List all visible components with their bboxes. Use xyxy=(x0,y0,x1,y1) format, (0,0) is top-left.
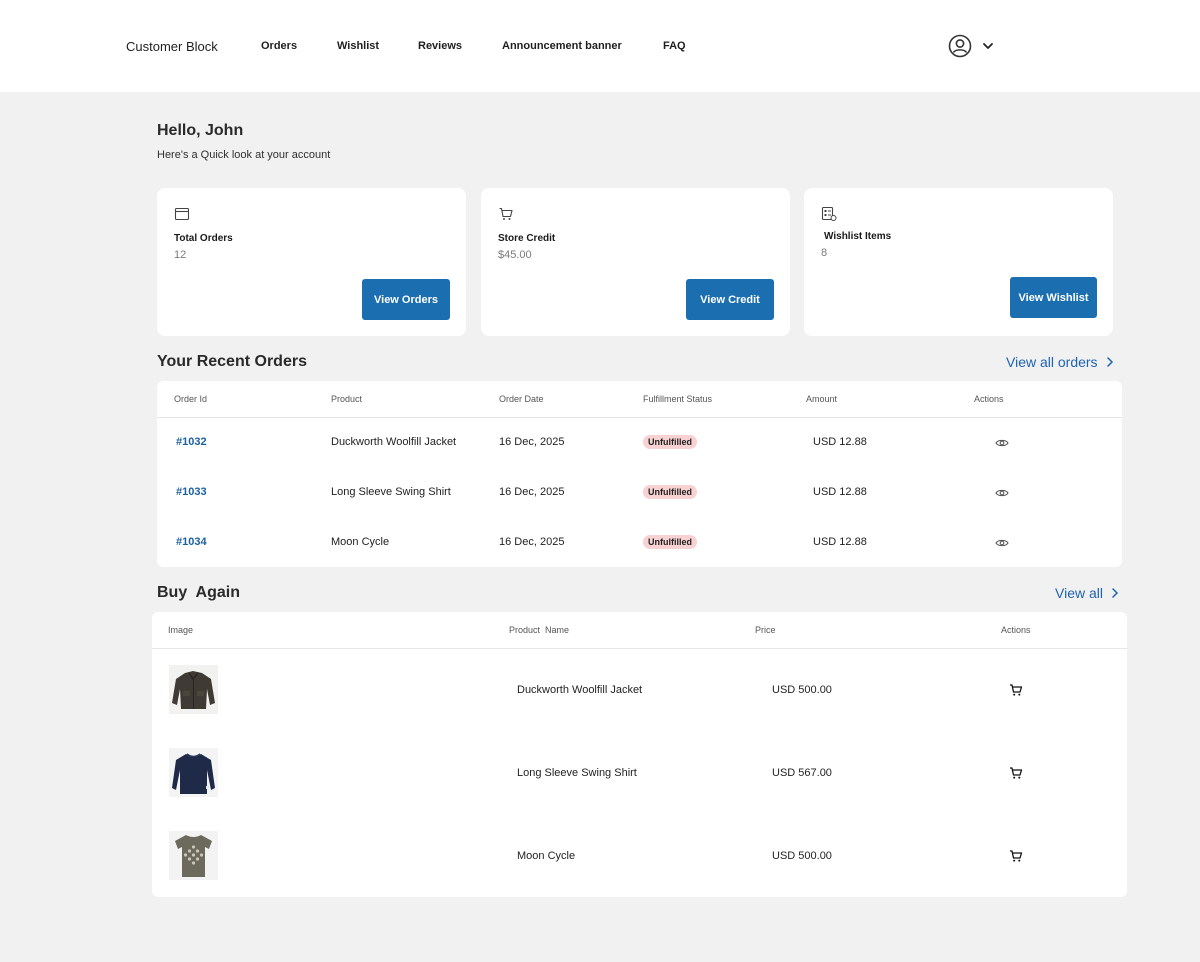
recent-orders-table: Order Id Product Order Date Fulfillment … xyxy=(157,381,1122,567)
view-all-link[interactable]: View all xyxy=(1055,585,1119,601)
column-header: Fulfillment Status xyxy=(643,394,713,404)
card-label: Store Credit xyxy=(498,233,556,244)
product-price: USD 500.00 xyxy=(772,850,832,862)
table-header: Image Product Name Price Actions xyxy=(152,612,1127,649)
column-header: Image xyxy=(168,625,194,635)
column-header: Actions xyxy=(1001,625,1031,635)
recent-orders-title: Your Recent Orders xyxy=(157,353,307,370)
product-name: Duckworth Woolfill Jacket xyxy=(517,684,643,696)
greeting-subtitle: Here's a Quick look at your account xyxy=(157,149,331,161)
column-header: Amount xyxy=(806,394,838,404)
view-wishlist-button[interactable]: View Wishlist xyxy=(1010,277,1097,318)
card-value: 8 xyxy=(821,247,828,259)
order-amount: USD 12.88 xyxy=(813,536,867,548)
table-header: Order Id Product Order Date Fulfillment … xyxy=(157,381,1122,418)
jacket-image[interactable] xyxy=(169,665,218,714)
list-icon xyxy=(821,206,837,221)
order-product: Long Sleeve Swing Shirt xyxy=(331,486,451,498)
status-badge: Unfulfilled xyxy=(643,485,697,499)
card-label: Wishlist Items xyxy=(824,231,892,242)
cart-icon[interactable] xyxy=(1009,766,1023,780)
status-badge: Unfulfilled xyxy=(643,435,697,449)
chevron-down-icon[interactable] xyxy=(982,40,994,52)
status-badge: Unfulfilled xyxy=(643,535,697,549)
nav-announcement-banner[interactable]: Announcement banner xyxy=(502,40,622,52)
tshirt-image[interactable] xyxy=(169,831,218,880)
wishlist-items-card: Wishlist Items 8 View Wishlist xyxy=(804,188,1113,336)
order-date: 16 Dec, 2025 xyxy=(499,486,565,498)
product-name: Long Sleeve Swing Shirt xyxy=(517,767,637,779)
nav-reviews[interactable]: Reviews xyxy=(418,40,462,52)
cart-icon[interactable] xyxy=(1009,683,1023,697)
order-id-link[interactable]: #1034 xyxy=(176,536,207,548)
brand-title: Customer Block xyxy=(126,39,218,54)
eye-icon[interactable] xyxy=(995,536,1009,550)
nav-orders[interactable]: Orders xyxy=(261,40,297,52)
card-value: $45.00 xyxy=(498,249,532,261)
greeting-title: Hello, John xyxy=(157,122,244,139)
column-header: Product Name xyxy=(509,625,570,635)
order-id-link[interactable]: #1033 xyxy=(176,486,207,498)
box-icon xyxy=(174,207,190,221)
product-thumbnail[interactable] xyxy=(169,665,218,714)
column-header: Order Date xyxy=(499,394,544,404)
buy-again-title: Buy Again xyxy=(157,584,240,601)
product-price: USD 500.00 xyxy=(772,684,832,696)
column-header: Order Id xyxy=(174,394,208,404)
card-value: 12 xyxy=(174,249,187,261)
order-date: 16 Dec, 2025 xyxy=(499,436,565,448)
order-product: Moon Cycle xyxy=(331,536,390,548)
chevron-right-icon[interactable] xyxy=(1106,357,1114,367)
view-all-orders-label[interactable]: View all orders xyxy=(1006,354,1098,370)
top-navigation-bar: Customer Block Orders Wishlist Reviews A… xyxy=(0,0,1200,92)
product-name: Moon Cycle xyxy=(517,850,576,862)
order-product: Duckworth Woolfill Jacket xyxy=(331,436,457,448)
chevron-right-icon[interactable] xyxy=(1111,588,1119,598)
view-all-label[interactable]: View all xyxy=(1055,585,1103,601)
view-all-orders-link[interactable]: View all orders xyxy=(1006,354,1114,370)
nav-faq[interactable]: FAQ xyxy=(663,40,686,52)
column-header: Product xyxy=(331,394,363,404)
user-avatar-icon[interactable] xyxy=(948,34,972,58)
view-orders-button[interactable]: View Orders xyxy=(362,279,450,320)
account-menu[interactable] xyxy=(948,34,994,58)
store-credit-card: Store Credit $45.00 View Credit xyxy=(481,188,790,336)
nav-wishlist[interactable]: Wishlist xyxy=(337,40,379,52)
cart-icon xyxy=(499,207,513,220)
order-id-link[interactable]: #1032 xyxy=(176,436,207,448)
product-thumbnail[interactable] xyxy=(169,831,218,880)
order-date: 16 Dec, 2025 xyxy=(499,536,565,548)
eye-icon[interactable] xyxy=(995,436,1009,450)
order-amount: USD 12.88 xyxy=(813,486,867,498)
eye-icon[interactable] xyxy=(995,486,1009,500)
product-thumbnail[interactable] xyxy=(169,748,218,797)
order-amount: USD 12.88 xyxy=(813,436,867,448)
buy-again-table: Image Product Name Price Actions Duckwor… xyxy=(152,612,1127,897)
column-header: Price xyxy=(755,625,776,635)
view-credit-button[interactable]: View Credit xyxy=(686,279,774,320)
product-price: USD 567.00 xyxy=(772,767,832,779)
total-orders-card: Total Orders 12 View Orders xyxy=(157,188,466,336)
shirt-image[interactable] xyxy=(169,748,218,797)
cart-icon[interactable] xyxy=(1009,849,1023,863)
column-header: Actions xyxy=(974,394,1004,404)
card-label: Total Orders xyxy=(174,233,233,244)
